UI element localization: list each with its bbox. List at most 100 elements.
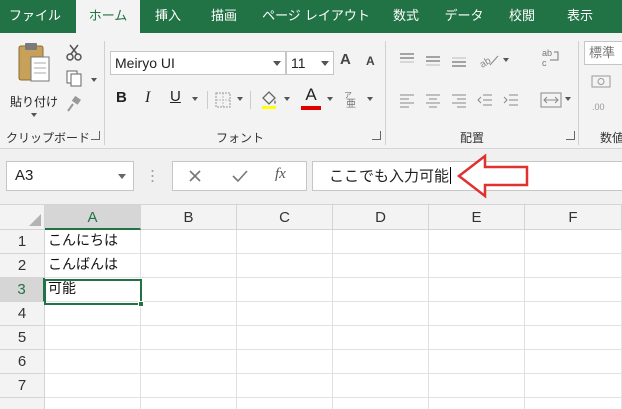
select-all-corner[interactable] [0, 205, 45, 230]
cell-f3[interactable] [525, 278, 622, 302]
number-format-select[interactable]: 標準 [584, 41, 622, 65]
cell-e8[interactable] [429, 398, 525, 409]
align-right-button[interactable] [448, 89, 470, 111]
align-top-button[interactable] [396, 49, 418, 71]
cell-c1[interactable] [237, 230, 333, 254]
cell-f2[interactable] [525, 254, 622, 278]
copy-button[interactable] [63, 67, 85, 89]
insert-function-button[interactable]: fx [275, 166, 286, 183]
cell-f1[interactable] [525, 230, 622, 254]
cell-b8[interactable] [141, 398, 237, 409]
fill-handle[interactable] [138, 301, 144, 307]
cell-e3[interactable] [429, 278, 525, 302]
cell-d2[interactable] [333, 254, 429, 278]
tab-draw[interactable]: 描画 [198, 0, 250, 33]
phonetic-button[interactable]: ア 亜 [342, 88, 364, 110]
cell-e5[interactable] [429, 326, 525, 350]
cell-f4[interactable] [525, 302, 622, 326]
cell-c3[interactable] [237, 278, 333, 302]
cell-d7[interactable] [333, 374, 429, 398]
grow-font-button[interactable]: A [340, 51, 351, 68]
paste-button[interactable]: 貼り付け [8, 41, 60, 119]
border-button[interactable] [212, 89, 234, 111]
fill-color-button[interactable] [258, 88, 280, 110]
tab-insert[interactable]: 挿入 [142, 0, 194, 33]
orientation-button[interactable]: ab [478, 49, 500, 71]
enter-button[interactable] [231, 168, 249, 187]
column-header-b[interactable]: B [141, 205, 237, 230]
column-header-a[interactable]: A [45, 205, 141, 230]
decimal-button[interactable]: .00 [590, 95, 612, 117]
column-header-f[interactable]: F [525, 205, 622, 230]
cell-a6[interactable] [45, 350, 141, 374]
cell-e2[interactable] [429, 254, 525, 278]
cell-b4[interactable] [141, 302, 237, 326]
column-header-d[interactable]: D [333, 205, 429, 230]
font-color-button[interactable]: A [300, 85, 322, 105]
cut-button[interactable] [63, 41, 85, 63]
cell-d4[interactable] [333, 302, 429, 326]
wrap-text-button[interactable]: ab c [540, 47, 562, 69]
decrease-indent-button[interactable] [474, 89, 496, 111]
row-header-6[interactable]: 6 [0, 350, 45, 374]
cell-b5[interactable] [141, 326, 237, 350]
row-header-5[interactable]: 5 [0, 326, 45, 350]
cell-c4[interactable] [237, 302, 333, 326]
cell-d1[interactable] [333, 230, 429, 254]
row-header-1[interactable]: 1 [0, 230, 45, 254]
cell-a5[interactable] [45, 326, 141, 350]
underline-button[interactable]: U [170, 88, 181, 105]
row-header-3[interactable]: 3 [0, 278, 45, 302]
cell-d8[interactable] [333, 398, 429, 409]
cell-b3[interactable] [141, 278, 237, 302]
column-header-c[interactable]: C [237, 205, 333, 230]
cell-c7[interactable] [237, 374, 333, 398]
cell-d3[interactable] [333, 278, 429, 302]
cell-e6[interactable] [429, 350, 525, 374]
tab-data[interactable]: データ [436, 0, 492, 33]
cell-c2[interactable] [237, 254, 333, 278]
increase-indent-button[interactable] [500, 89, 522, 111]
cell-f6[interactable] [525, 350, 622, 374]
cell-b1[interactable] [141, 230, 237, 254]
font-launcher[interactable] [372, 131, 381, 140]
worksheet-grid[interactable]: A B C D E F 1 2 3 4 5 6 7 こんにちは こんばんは 可能 [0, 204, 622, 409]
cell-a2[interactable]: こんばんは [45, 254, 141, 278]
font-name-select[interactable]: Meiryo UI [110, 51, 286, 75]
row-header-7[interactable]: 7 [0, 374, 45, 398]
tab-page-layout[interactable]: ページ レイアウト [254, 0, 378, 33]
cell-c5[interactable] [237, 326, 333, 350]
cell-e1[interactable] [429, 230, 525, 254]
align-bottom-button[interactable] [448, 49, 470, 71]
row-header-4[interactable]: 4 [0, 302, 45, 326]
cell-a1[interactable]: こんにちは [45, 230, 141, 254]
cell-f8[interactable] [525, 398, 622, 409]
cell-e4[interactable] [429, 302, 525, 326]
cell-f5[interactable] [525, 326, 622, 350]
cell-d6[interactable] [333, 350, 429, 374]
cell-a7[interactable] [45, 374, 141, 398]
cell-c6[interactable] [237, 350, 333, 374]
merge-center-button[interactable] [540, 89, 562, 111]
format-painter-button[interactable] [63, 93, 85, 115]
cell-e7[interactable] [429, 374, 525, 398]
tab-file[interactable]: ファイル [0, 0, 70, 33]
clipboard-launcher[interactable] [91, 131, 100, 140]
cell-a8[interactable] [45, 398, 141, 409]
font-size-select[interactable]: 11 [286, 51, 334, 75]
resize-handle[interactable] [151, 169, 154, 183]
cell-f7[interactable] [525, 374, 622, 398]
align-left-button[interactable] [396, 89, 418, 111]
tab-view[interactable]: 表示 [552, 0, 608, 33]
align-middle-button[interactable] [422, 49, 444, 71]
tab-formulas[interactable]: 数式 [380, 0, 432, 33]
shrink-font-button[interactable]: A [366, 54, 375, 68]
bold-button[interactable]: B [116, 89, 127, 106]
italic-button[interactable]: I [145, 89, 150, 107]
cell-b2[interactable] [141, 254, 237, 278]
cell-d5[interactable] [333, 326, 429, 350]
row-header-8[interactable] [0, 398, 45, 409]
cell-c8[interactable] [237, 398, 333, 409]
align-center-button[interactable] [422, 89, 444, 111]
cell-b6[interactable] [141, 350, 237, 374]
